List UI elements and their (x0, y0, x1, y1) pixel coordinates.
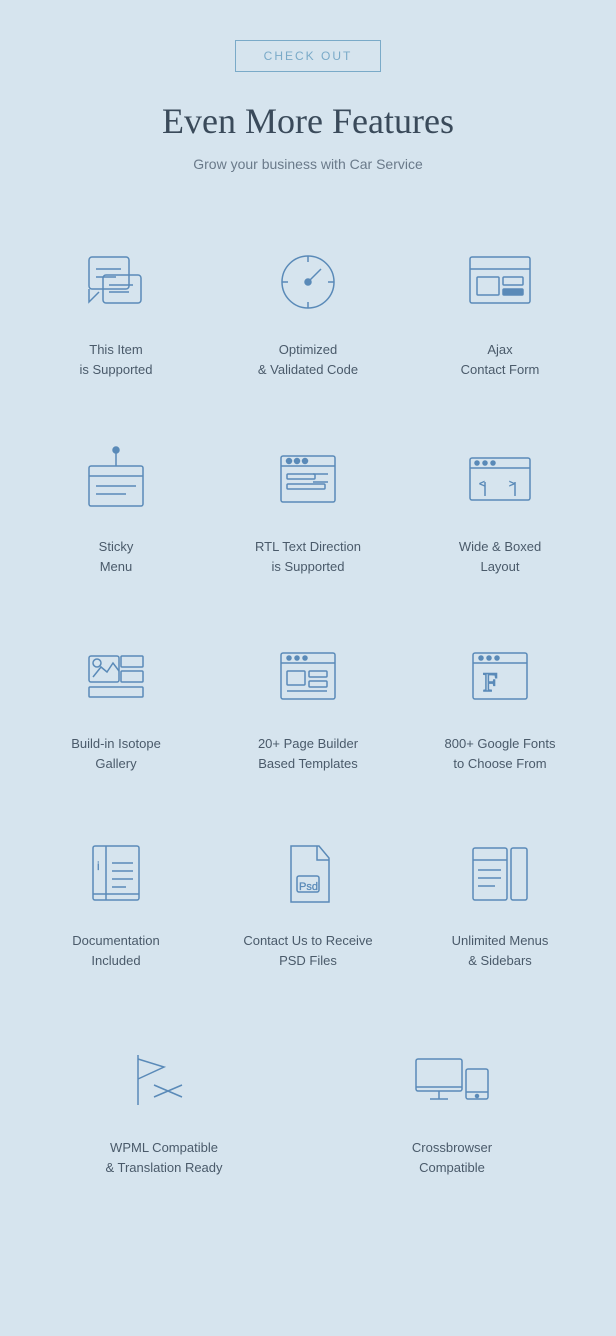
page-title: Even More Features (20, 100, 596, 142)
feature-wpml-label: WPML Compatible & Translation Ready (105, 1138, 222, 1177)
wide-icon: < > (460, 439, 540, 519)
feature-isotope-label: Build-in Isotope Gallery (71, 734, 161, 773)
svg-text:Psd: Psd (299, 881, 318, 893)
feature-docs: i Documentation Included (20, 803, 212, 1000)
feature-isotope: Build-in Isotope Gallery (20, 606, 212, 803)
feature-wide: < > Wide & Boxed Layout (404, 409, 596, 606)
feature-supported-label: This Item is Supported (80, 340, 153, 379)
feature-crossbrowser-label: Crossbrowser Compatible (412, 1138, 492, 1177)
feature-ajax: Ajax Contact Form (404, 212, 596, 409)
rtl-icon (268, 439, 348, 519)
feature-psd: Psd Contact Us to Receive PSD Files (212, 803, 404, 1000)
feature-sticky: Sticky Menu (20, 409, 212, 606)
svg-text:F: F (483, 668, 497, 697)
feature-ajax-label: Ajax Contact Form (461, 340, 540, 379)
supported-icon (76, 242, 156, 322)
psd-icon: Psd (268, 833, 348, 913)
svg-text:<: < (479, 479, 485, 490)
feature-pagebuilder-label: 20+ Page Builder Based Templates (258, 734, 358, 773)
crossbrowser-icon (412, 1040, 492, 1120)
features-grid: This Item is Supported Optimized & Valid… (20, 212, 596, 1000)
feature-wpml: WPML Compatible & Translation Ready (20, 1010, 308, 1207)
page-subtitle: Grow your business with Car Service (20, 156, 596, 172)
svg-text:>: > (509, 479, 515, 490)
feature-fonts-label: 800+ Google Fonts to Choose From (445, 734, 556, 773)
feature-crossbrowser: Crossbrowser Compatible (308, 1010, 596, 1207)
wpml-icon (124, 1040, 204, 1120)
bottom-two-grid: WPML Compatible & Translation Ready Cro (20, 1010, 596, 1207)
feature-rtl: RTL Text Direction is Supported (212, 409, 404, 606)
feature-psd-label: Contact Us to Receive PSD Files (243, 931, 372, 970)
fonts-icon: F (460, 636, 540, 716)
sticky-icon (76, 439, 156, 519)
menus-icon (460, 833, 540, 913)
feature-menus: Unlimited Menus & Sidebars (404, 803, 596, 1000)
feature-rtl-label: RTL Text Direction is Supported (255, 537, 361, 576)
pagebuilder-icon (268, 636, 348, 716)
feature-pagebuilder: 20+ Page Builder Based Templates (212, 606, 404, 803)
docs-icon: i (76, 833, 156, 913)
feature-sticky-label: Sticky Menu (99, 537, 134, 576)
feature-optimized: Optimized & Validated Code (212, 212, 404, 409)
isotope-icon (76, 636, 156, 716)
optimized-icon (268, 242, 348, 322)
feature-optimized-label: Optimized & Validated Code (258, 340, 358, 379)
feature-supported: This Item is Supported (20, 212, 212, 409)
feature-wide-label: Wide & Boxed Layout (459, 537, 541, 576)
feature-docs-label: Documentation Included (72, 931, 159, 970)
ajax-icon (460, 242, 540, 322)
svg-text:i: i (97, 859, 100, 873)
checkout-button[interactable]: CHECK OUT (235, 40, 382, 72)
feature-menus-label: Unlimited Menus & Sidebars (452, 931, 549, 970)
feature-fonts: F 800+ Google Fonts to Choose From (404, 606, 596, 803)
page-wrapper: CHECK OUT Even More Features Grow your b… (0, 0, 616, 1267)
